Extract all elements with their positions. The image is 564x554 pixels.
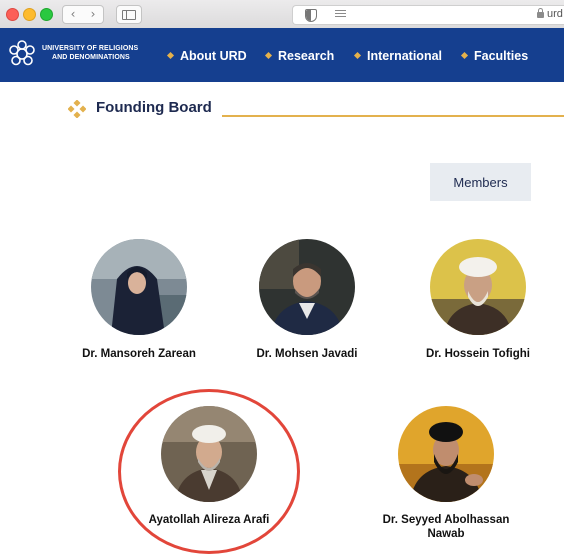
- nav-label: International: [367, 49, 443, 63]
- nav-label: Faculties: [474, 49, 529, 63]
- woman-chador-portrait-icon: [91, 239, 187, 335]
- university-logo-text[interactable]: UNIVERSITY OF RELIGIONS AND DENOMINATION…: [42, 44, 138, 62]
- page-title: Founding Board: [96, 99, 212, 116]
- nav-label: Research: [278, 49, 335, 63]
- member-name-tofighi[interactable]: Dr. Hossein Tofighi: [411, 347, 545, 361]
- cleric-white-turban-portrait-icon: [430, 239, 526, 335]
- browser-toolbar: ‹ › urd: [0, 0, 564, 29]
- diamond-bullet-icon: [460, 51, 469, 60]
- lock-icon: [537, 8, 544, 18]
- members-button[interactable]: Members: [430, 163, 531, 201]
- university-logo-icon[interactable]: [7, 39, 37, 69]
- member-photo-nawab[interactable]: [398, 406, 494, 502]
- logo-line-2: AND DENOMINATIONS: [52, 54, 130, 61]
- member-name-zarean[interactable]: Dr. Mansoreh Zarean: [72, 347, 206, 361]
- nav-research[interactable]: Research: [264, 49, 335, 63]
- diamond-bullet-icon: [353, 51, 362, 60]
- sidebar-icon: [122, 10, 136, 20]
- member-photo-tofighi[interactable]: [430, 239, 526, 335]
- diamond-bullet-icon: [166, 51, 175, 60]
- nav-faculties[interactable]: Faculties: [460, 49, 529, 63]
- member-name-javadi[interactable]: Dr. Mohsen Javadi: [240, 347, 374, 361]
- reader-view-icon[interactable]: [335, 10, 346, 19]
- member-photo-javadi[interactable]: [259, 239, 355, 335]
- nav-about-urd[interactable]: About URD: [166, 49, 247, 63]
- close-window-icon[interactable]: [6, 8, 19, 21]
- sidebar-toggle-button[interactable]: [116, 5, 142, 24]
- member-name-nawab[interactable]: Dr. Seyyed Abolhassan Nawab: [371, 513, 521, 541]
- minimize-window-icon[interactable]: [23, 8, 36, 21]
- section-diamonds-icon: [68, 100, 86, 118]
- privacy-shield-icon[interactable]: [305, 9, 317, 22]
- back-button[interactable]: ‹: [62, 5, 84, 24]
- site-navbar: UNIVERSITY OF RELIGIONS AND DENOMINATION…: [0, 28, 564, 82]
- logo-line-1: UNIVERSITY OF RELIGIONS: [42, 45, 139, 52]
- man-suit-portrait-icon: [259, 239, 355, 335]
- nav-international[interactable]: International: [353, 49, 443, 63]
- diamond-bullet-icon: [264, 51, 273, 60]
- nav-label: About URD: [180, 49, 247, 63]
- address-bar[interactable]: urd: [292, 5, 564, 25]
- title-divider: [222, 115, 564, 117]
- cleric-black-turban-portrait-icon: [398, 406, 494, 502]
- member-photo-zarean[interactable]: [91, 239, 187, 335]
- url-text[interactable]: urd: [547, 8, 563, 20]
- highlight-circle-annotation: [118, 389, 300, 554]
- maximize-window-icon[interactable]: [40, 8, 53, 21]
- forward-button[interactable]: ›: [83, 5, 104, 24]
